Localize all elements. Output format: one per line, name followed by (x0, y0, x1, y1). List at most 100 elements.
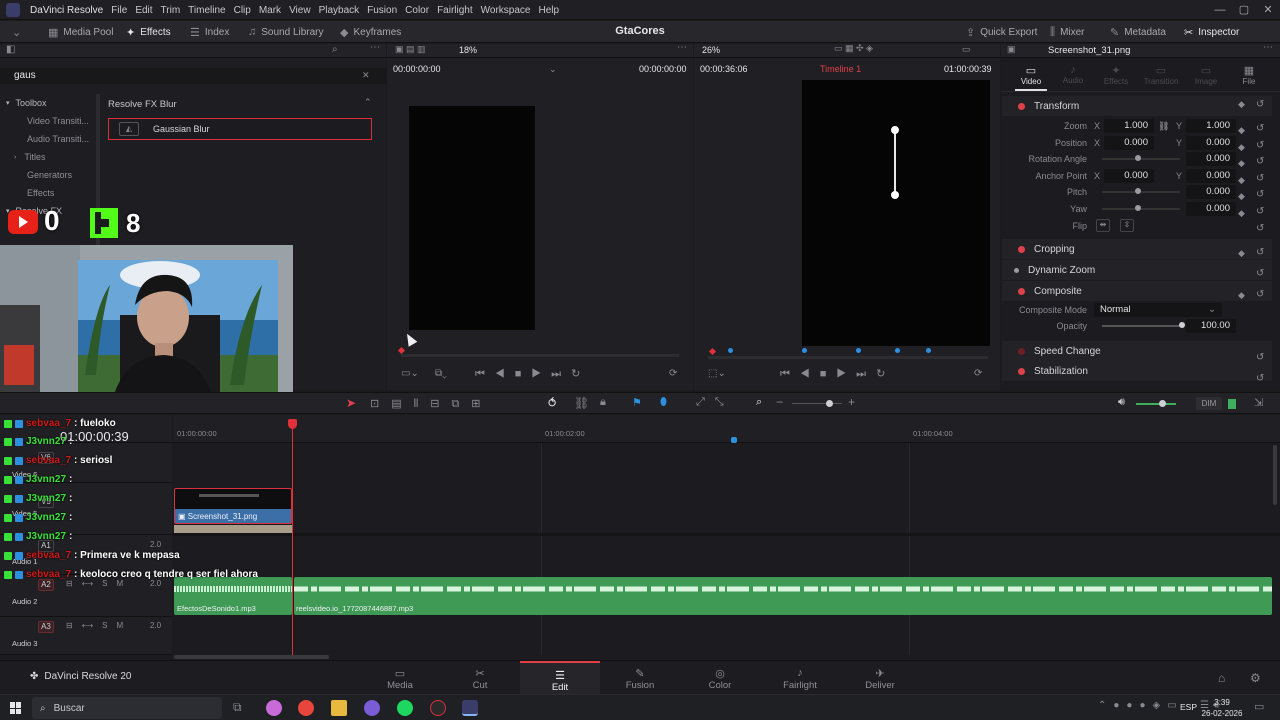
timeline-horizontal-scrollbar[interactable] (174, 655, 329, 659)
pitch-field[interactable]: 0.000 (1186, 185, 1236, 199)
track-a2-controls[interactable]: ⊟⟷SM (66, 579, 132, 588)
transform-section-header[interactable]: Transform (1002, 96, 1272, 116)
page-color[interactable]: ◎ Color (680, 661, 760, 695)
clear-search-icon[interactable]: ✕ (362, 70, 370, 81)
dim-button[interactable]: DIM (1196, 397, 1222, 410)
source-dropdown-icon[interactable]: ⌄ (549, 64, 557, 75)
menu-playback[interactable]: Playback (315, 5, 364, 16)
stabilization-section-header[interactable]: Stabilization (1002, 361, 1272, 381)
snapping-icon[interactable]: ⥀ (548, 396, 556, 410)
stabilization-enable-dot[interactable] (1018, 367, 1025, 375)
composite-enable-dot[interactable] (1018, 287, 1025, 295)
viewer-layout-icon[interactable]: ▣ ▤ ▥ (395, 44, 426, 55)
tab-file[interactable]: ▦ File (1235, 64, 1263, 86)
gaussian-blur-item[interactable]: ◭ Gaussian Blur (108, 118, 372, 140)
audio-clip-effects[interactable]: EfectosDeSonido1.mp3 (174, 577, 292, 615)
opacity-slider[interactable] (1102, 325, 1182, 327)
audio-clip-reels[interactable]: reelsvideo.io_1772087446887.mp3 (294, 577, 1272, 615)
volume-knob[interactable] (1159, 400, 1166, 407)
source-options-icon[interactable]: ⋯ (677, 42, 687, 53)
zoom-magnifier-icon[interactable]: ⌕ (756, 396, 762, 409)
inspector-options-icon[interactable]: ⋯ (1263, 42, 1273, 53)
track-id-a3[interactable]: A3 (38, 621, 54, 633)
rotation-slider-knob[interactable] (1135, 155, 1141, 161)
menu-workspace[interactable]: Workspace (477, 5, 535, 16)
tree-effects[interactable]: Effects (27, 185, 54, 201)
media-pool-button[interactable]: ▦ Media Pool (48, 24, 113, 40)
zoom-in-icon[interactable]: + (848, 395, 855, 409)
input-language[interactable]: ESP (1180, 702, 1197, 712)
link-icon[interactable]: ⛓ (1158, 118, 1169, 134)
taskbar-clock[interactable]: 3:39 26-02-2026 (1200, 697, 1244, 719)
copilot-icon[interactable] (266, 700, 282, 716)
inspector-button[interactable]: ✂ Inspector (1184, 24, 1239, 40)
timeline-ruler[interactable]: 01:00:00:00 01:00:02:00 01:00:04:00 (173, 415, 1280, 443)
cropping-section-header[interactable]: Cropping (1002, 239, 1272, 259)
tab-transition[interactable]: ▭ Transition (1141, 64, 1181, 86)
dynamic-zoom-section-header[interactable]: Dynamic Zoom (1002, 260, 1272, 280)
yaw-slider-knob[interactable] (1135, 205, 1141, 211)
composite-section-header[interactable]: Composite (1002, 281, 1272, 301)
menu-clip[interactable]: Clip (230, 5, 255, 16)
tree-toolbox[interactable]: ▾ Toolbox (6, 95, 47, 111)
source-loop-icon[interactable]: ⟳ (669, 368, 677, 379)
tree-audio-transitions[interactable]: Audio Transiti... (27, 131, 89, 147)
selection-tool-icon[interactable]: ➤ (346, 396, 356, 410)
settings-gear-icon[interactable]: ⚙ (1250, 671, 1261, 685)
menu-help[interactable]: Help (534, 5, 563, 16)
tree-video-transitions[interactable]: Video Transiti... (27, 113, 89, 129)
menu-trim[interactable]: Trim (157, 5, 185, 16)
source-transport-controls[interactable]: ⏮◀■▶⏭↻ (475, 367, 590, 381)
dynamic-zoom-enable-dot[interactable] (1014, 267, 1019, 273)
zoom-out-icon[interactable]: − (776, 395, 783, 409)
speed-change-enable-dot[interactable] (1018, 347, 1025, 355)
linked-selection-icon[interactable]: ⛓ (574, 396, 589, 410)
timeline-scrubber[interactable] (708, 356, 988, 359)
timeline-vertical-scrollbar[interactable] (1273, 445, 1277, 505)
marker-icon[interactable]: ⬮ (660, 396, 667, 409)
transform-reset-icons[interactable]: ↺ ↺ ↺ ↺ ↺ ↺ ↺ (1256, 121, 1264, 237)
obs-icon[interactable] (430, 700, 446, 716)
keyframe-column-icons[interactable]: ◆ ◆ (1238, 243, 1245, 306)
source-playhead[interactable] (397, 346, 406, 355)
collapse-category-icon[interactable]: ⌃ (364, 97, 372, 108)
fullscreen-icon[interactable]: ▭ (962, 44, 971, 55)
mixer-button[interactable]: ⫼ Mixer (1050, 24, 1085, 40)
timeline-zoom-knob[interactable] (826, 400, 833, 407)
track-a3-controls[interactable]: ⊟⟷SM (66, 621, 132, 630)
speed-change-section-header[interactable]: Speed Change (1002, 341, 1272, 361)
track-id-a2[interactable]: A2 (38, 579, 54, 591)
rotation-slider[interactable] (1102, 158, 1180, 160)
menu-timeline[interactable]: Timeline (184, 5, 229, 16)
timeline-playhead[interactable] (708, 347, 717, 356)
close-icon[interactable]: ✕ (1258, 0, 1278, 20)
tab-image[interactable]: ▭ Image (1191, 64, 1221, 86)
source-scrubber[interactable] (401, 354, 679, 357)
file-explorer-icon[interactable] (331, 700, 347, 716)
opacity-field[interactable]: 100.00 (1186, 319, 1236, 333)
anchor-y-field[interactable]: 0.000 (1186, 169, 1236, 183)
page-fusion[interactable]: ✎ Fusion (600, 661, 680, 695)
timeline-marker[interactable] (731, 437, 737, 443)
keyframes-button[interactable]: ◆ Keyframes (340, 24, 401, 40)
page-fairlight[interactable]: ♪ Fairlight (760, 661, 840, 695)
composite-mode-select[interactable]: Normal ⌄ (1094, 303, 1222, 317)
page-media[interactable]: ▭ Media (360, 661, 440, 695)
pitch-slider-knob[interactable] (1135, 188, 1141, 194)
viewer-tools-icon[interactable]: ▭ ▦ ✣ ◈ (834, 43, 873, 54)
minimize-icon[interactable]: — (1210, 0, 1230, 20)
page-deliver[interactable]: ✈ Deliver (840, 661, 920, 695)
zoom-mode-icons[interactable]: ⤢⤡ (696, 396, 734, 409)
more-options-icon[interactable]: ⋯ (370, 42, 380, 53)
marker[interactable] (728, 348, 733, 353)
source-zoom[interactable]: 18% (459, 45, 477, 55)
marker[interactable] (856, 348, 861, 353)
transform-enable-dot[interactable] (1018, 102, 1025, 110)
marker[interactable] (926, 348, 931, 353)
maximize-icon[interactable]: ▢ (1234, 0, 1254, 20)
marker[interactable] (802, 348, 807, 353)
fullscreen-timeline-icon[interactable]: ⇲ (1254, 396, 1263, 409)
volume-slider[interactable] (1136, 403, 1176, 405)
rotation-field[interactable]: 0.000 (1186, 152, 1236, 166)
spotify-icon[interactable] (397, 700, 413, 716)
